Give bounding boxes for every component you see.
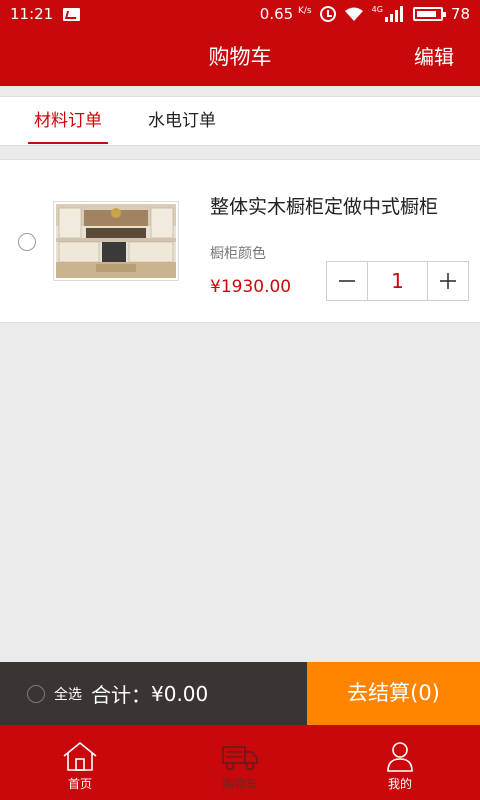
edit-button[interactable]: 编辑 (414, 28, 454, 86)
status-bar: 11:21 0.65 K/s 4G 78 (0, 0, 480, 28)
alarm-icon (319, 6, 336, 22)
message-icon (63, 7, 81, 21)
nav-home[interactable]: 首页 (0, 725, 160, 800)
truck-icon (222, 746, 258, 771)
tab-utility-orders[interactable]: 水电订单 (148, 97, 216, 145)
cart-item: 整体实木橱柜定做中式橱柜 橱柜颜色 ¥1930.00 1 (0, 159, 480, 323)
plus-icon (440, 273, 456, 289)
nav-profile-label: 我的 (387, 777, 412, 791)
battery-icon (412, 7, 446, 21)
user-icon (387, 742, 413, 772)
quantity-stepper: 1 (326, 261, 469, 301)
total-value: ¥0.00 (151, 681, 209, 706)
battery-level: 78 (450, 5, 470, 23)
product-name[interactable]: 整体实木橱柜定做中式橱柜 (210, 192, 438, 219)
status-time: 11:21 (10, 5, 54, 23)
nav-cart-label: 购物车 (221, 777, 258, 791)
product-price: ¥1930.00 (210, 277, 292, 297)
network-type: 4G (371, 4, 383, 14)
select-all-radio[interactable] (27, 684, 45, 703)
item-select-radio[interactable] (18, 233, 36, 251)
total-label: 合计： (91, 683, 151, 707)
increase-quantity-button[interactable] (428, 262, 468, 300)
page-title: 购物车 (208, 45, 272, 69)
bottom-nav: 首页 购物车 我的 (0, 725, 480, 800)
nav-profile[interactable]: 我的 (320, 725, 480, 800)
checkout-bar: 全选 合计： ¥0.00 去结算(0) (0, 662, 480, 725)
product-spec: 橱柜颜色 (210, 246, 266, 262)
select-all-label[interactable]: 全选 (54, 684, 82, 704)
tab-material-orders[interactable]: 材料订单 (28, 97, 108, 145)
nav-cart[interactable]: 购物车 (160, 725, 320, 800)
minus-icon (339, 280, 355, 282)
nav-home-label: 首页 (67, 777, 92, 791)
order-tabs: 材料订单 水电订单 (0, 96, 480, 146)
checkout-button[interactable]: 去结算(0) (307, 662, 480, 725)
quantity-value[interactable]: 1 (367, 262, 428, 300)
kitchen-cabinet-image (56, 204, 176, 278)
wifi-icon (344, 7, 363, 21)
home-icon (63, 741, 97, 771)
app-header: 购物车 编辑 (0, 28, 480, 86)
product-thumbnail[interactable] (53, 201, 179, 281)
signal-icon (384, 6, 403, 22)
decrease-quantity-button[interactable] (327, 262, 367, 300)
network-speed: 0.65 K/s (259, 5, 312, 23)
checkout-summary: 全选 合计： ¥0.00 (0, 662, 307, 725)
